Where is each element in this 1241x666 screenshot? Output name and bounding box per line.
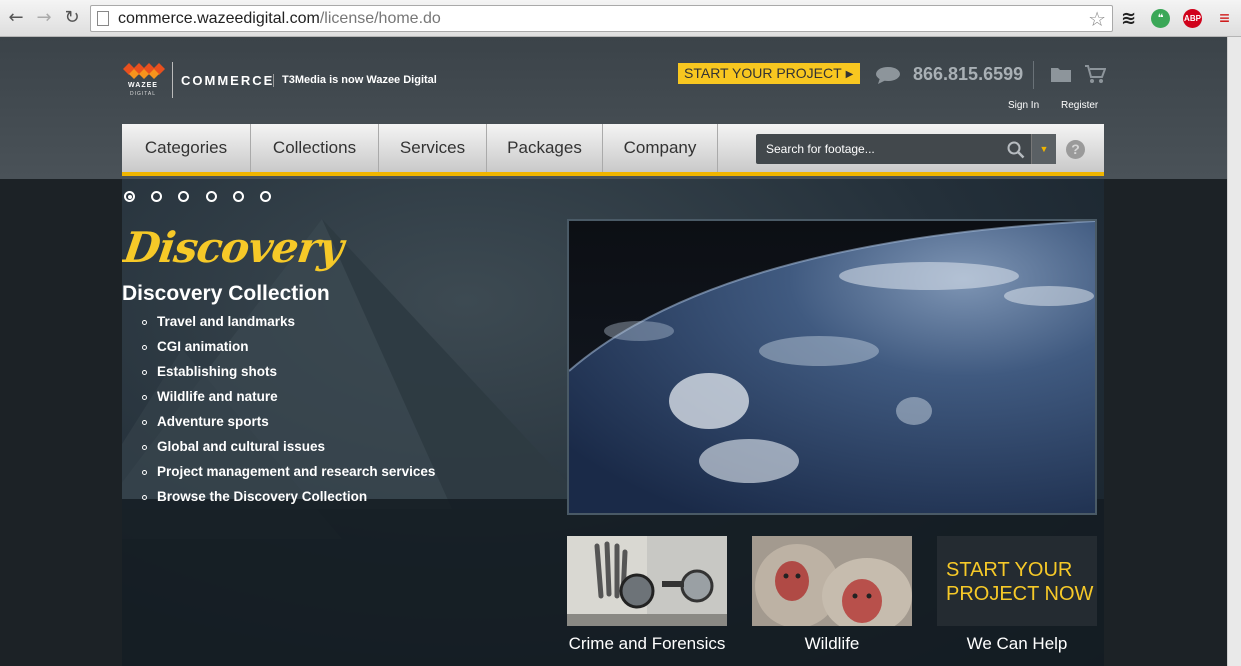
main-nav: Categories Collections Services Packages… xyxy=(122,124,1104,176)
search-dropdown-icon[interactable]: ▼ xyxy=(1031,134,1056,164)
feature-item: Global and cultural issues xyxy=(142,439,435,464)
wazee-logo[interactable]: WAZEE DIGITAL xyxy=(121,61,171,101)
feature-item: Adventure sports xyxy=(142,414,435,439)
sign-in-link[interactable]: Sign In xyxy=(1008,100,1039,111)
search-box xyxy=(756,134,1035,164)
register-link[interactable]: Register xyxy=(1061,100,1098,111)
browser-menu-icon[interactable]: ≡ xyxy=(1215,9,1234,28)
nav-categories[interactable]: Categories xyxy=(122,124,251,172)
hero-slider: Discovery Discovery Collection Travel an… xyxy=(122,179,1104,666)
wildlife-label[interactable]: Wildlife xyxy=(752,634,912,653)
adblock-extension-icon[interactable]: ABP xyxy=(1183,9,1202,28)
url-text[interactable]: commerce.wazeedigital.com/license/home.d… xyxy=(118,10,441,28)
slide-dot[interactable] xyxy=(151,191,162,202)
logo-subtext: DIGITAL xyxy=(129,91,157,97)
start-project-now-tile[interactable]: START YOUR PROJECT NOW xyxy=(937,536,1097,626)
play-arrow-icon: ▶ xyxy=(845,69,854,80)
nav-services[interactable]: Services xyxy=(379,124,487,172)
tagline: T3Media is now Wazee Digital xyxy=(282,74,437,86)
hero-right-backdrop xyxy=(1104,179,1227,666)
slide-dot[interactable] xyxy=(260,191,271,202)
slide-dot[interactable] xyxy=(233,191,244,202)
tagline-divider xyxy=(273,74,274,87)
feature-item: Wildlife and nature xyxy=(142,389,435,414)
reload-icon[interactable]: ↻ xyxy=(62,8,82,28)
url-path: /license/home.do xyxy=(319,10,441,27)
start-project-label: START YOUR PROJECT xyxy=(684,65,842,81)
start-project-button[interactable]: START YOUR PROJECT ▶ xyxy=(678,63,860,84)
back-arrow-icon[interactable]: ← xyxy=(6,8,26,28)
feature-item: CGI animation xyxy=(142,339,435,364)
hangouts-extension-icon[interactable]: ❝ xyxy=(1151,9,1170,28)
we-can-help-label[interactable]: We Can Help xyxy=(937,634,1097,653)
wildlife-thumbnail[interactable] xyxy=(752,536,912,626)
address-bar[interactable]: commerce.wazeedigital.com/license/home.d… xyxy=(90,5,1113,32)
folder-icon[interactable] xyxy=(1050,65,1072,83)
header-divider xyxy=(1033,61,1034,89)
feature-item: Project management and research services xyxy=(142,464,435,489)
feature-item: Establishing shots xyxy=(142,364,435,389)
crime-forensics-label[interactable]: Crime and Forensics xyxy=(567,634,727,653)
snow-monkeys-image xyxy=(752,536,912,626)
help-icon[interactable]: ? xyxy=(1066,140,1085,159)
forward-arrow-icon[interactable]: → xyxy=(34,8,54,28)
logo-diamonds-icon xyxy=(123,63,165,79)
layers-extension-icon[interactable]: ≋ xyxy=(1119,9,1138,28)
crime-forensics-image xyxy=(567,536,727,626)
chat-bubble-icon[interactable] xyxy=(875,66,901,84)
discovery-logo: Discovery xyxy=(122,223,346,272)
start-project-now-text: START YOUR PROJECT NOW xyxy=(946,559,1094,605)
feature-item: Travel and landmarks xyxy=(142,314,435,339)
scrollbar[interactable] xyxy=(1227,37,1241,666)
nav-company[interactable]: Company xyxy=(603,124,718,172)
slide-dot[interactable] xyxy=(124,191,135,202)
hero-left-backdrop xyxy=(0,179,122,666)
phone-number: 866.815.6599 xyxy=(913,64,1024,84)
page-icon xyxy=(97,11,109,26)
logo-divider xyxy=(172,62,173,98)
browser-toolbar: ← → ↻ commerce.wazeedigital.com/license/… xyxy=(0,0,1241,37)
slide-dot[interactable] xyxy=(178,191,189,202)
slide-dot[interactable] xyxy=(206,191,217,202)
earth-image xyxy=(569,221,1095,513)
browse-collection-link[interactable]: Browse the Discovery Collection xyxy=(142,489,435,514)
nav-collections[interactable]: Collections xyxy=(251,124,379,172)
site-header: WAZEE DIGITAL COMMERCE T3Media is now Wa… xyxy=(0,37,1241,179)
earth-video-frame[interactable] xyxy=(567,219,1097,515)
feature-list: Travel and landmarks CGI animation Estab… xyxy=(142,314,435,514)
collection-title: Discovery Collection xyxy=(122,282,330,305)
search-input[interactable] xyxy=(756,134,1002,164)
nav-packages[interactable]: Packages xyxy=(487,124,603,172)
crime-forensics-thumbnail[interactable] xyxy=(567,536,727,626)
cart-icon[interactable] xyxy=(1084,64,1106,84)
commerce-label: COMMERCE xyxy=(181,73,275,88)
logo-wordmark: WAZEE xyxy=(128,82,158,89)
search-icon[interactable] xyxy=(1007,141,1025,159)
url-domain: commerce.wazeedigital.com xyxy=(118,10,320,27)
bookmark-star-icon[interactable]: ☆ xyxy=(1088,7,1106,31)
